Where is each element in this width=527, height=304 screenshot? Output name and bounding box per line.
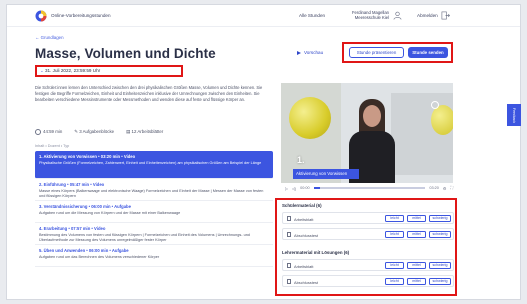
phase-title: 1. Aktivierung von Vorwissen • 03:20 min… [39,154,136,159]
material-name: Abschlusstest [294,279,319,285]
level-medium-button[interactable]: mittel [407,278,426,285]
document-icon [287,263,291,268]
presenter-face [363,105,381,127]
preview-button[interactable]: Vorschau [297,50,323,55]
lesson-meta: 44:59 min ✎ 3 Aufgabenblöcke ▤ 12 Arbeit… [35,129,163,135]
phase-item-2[interactable]: 2. Einführung • 05:47 min • Video Masse … [35,179,273,201]
material-row: Arbeitsblatt leicht mittel schwierig [282,259,454,271]
play-button-icon[interactable]: ▷ [285,186,288,191]
progress-fill [313,187,321,189]
phase-text: Masse eines Körpers (Balkenwaage und ele… [39,188,264,198]
send-lesson-button[interactable]: Stunde senden [408,47,448,58]
section-label: Inhalt • Dozent • Typ [35,144,70,148]
logout-icon[interactable] [441,11,450,20]
phase-text: Physikalische Größen (Formelzeichen, Zah… [39,160,262,165]
material-name: Arbeitsblatt [294,216,314,222]
play-icon [297,50,301,55]
teacher-material-heading: Lehrermaterial mit Lösungen (6) [282,250,350,255]
level-easy-button[interactable]: leicht [385,262,404,269]
level-easy-button[interactable]: leicht [385,231,404,238]
phase-title: 5. Üben und Anwenden • 06:00 min • Aufga… [39,248,129,253]
meta-worksheets: ▤ 12 Arbeitsblätter [126,129,163,135]
logout-link[interactable]: Abmelden [417,13,438,18]
lesson-description: Die Schüler:innen lernen den Unterschied… [35,85,263,103]
meta-tasks: ✎ 3 Aufgabenblöcke [74,129,114,135]
progress-bar[interactable] [313,187,426,189]
meta-duration-text: 44:59 min [43,129,63,135]
brand-name[interactable]: Online-Vorbereitungsstunden [51,13,111,18]
level-medium-button[interactable]: mittel [407,215,426,222]
phase-item-1[interactable]: 1. Aktivierung von Vorwissen • 03:20 min… [35,151,273,179]
phase-title: 4. Erarbeitung • 07:57 min • Video [39,226,106,231]
page-title: Masse, Volumen und Dichte [35,46,216,61]
balloon-image [289,97,331,139]
feedback-tab[interactable]: Feedback [507,104,521,126]
meta-tasks-text: 3 Aufgabenblöcke [79,129,115,134]
user-name-line2: Meeresschule Kiel [354,15,389,20]
present-lesson-button[interactable]: Stunde präsentieren [349,47,404,58]
video-logo-icon [431,101,439,109]
phase-text: Aufgaben rund um das Berechnen des Volum… [39,254,160,259]
student-material-heading: Schülermaterial (6) [282,203,322,208]
document-icon [287,216,291,221]
breadcrumb[interactable]: ← Grundlagen [35,35,64,40]
meta-worksheets-text: 12 Arbeitsblätter [131,129,164,134]
level-easy-button[interactable]: leicht [385,278,404,285]
material-row: Abschlusstest leicht mittel schwierig [282,228,454,240]
video-caption: Aktivierung von Vorwissen [293,169,359,179]
level-hard-button[interactable]: schwierig [429,231,451,238]
page: Online-Vorbereitungsstunden Alle Stunden… [6,4,521,300]
level-easy-button[interactable]: leicht [385,215,404,222]
level-hard-button[interactable]: schwierig [429,262,451,269]
phase-title: 3. Verständnissicherung • 06:00 min • Au… [39,204,131,209]
user-icon[interactable] [393,11,402,20]
video-number: 1. [297,155,305,165]
logo-icon[interactable] [35,10,47,22]
time-total: 03:20 [429,186,439,190]
chevron-down-icon[interactable]: ⌄ [40,68,44,74]
phase-title: 2. Einführung • 05:47 min • Video [39,182,105,187]
phase-item-4[interactable]: 4. Erarbeitung • 07:57 min • Video Besti… [35,223,273,245]
volume-icon[interactable]: ◁) [292,186,296,191]
material-name: Abschlusstest [294,232,319,238]
nav-all-lessons[interactable]: Alle Stunden [299,13,325,18]
video-controls: ▷ ◁) 00:00 03:20 ⚙ ⛶ [281,183,453,193]
settings-gear-icon[interactable]: ⚙ [443,186,446,191]
document-icon [287,232,291,237]
balloon-image-2 [431,105,453,135]
clock-icon [35,129,41,135]
material-name: Arbeitsblatt [294,263,314,269]
level-medium-button[interactable]: mittel [407,262,426,269]
time-current: 00:00 [300,186,310,190]
phase-text: Bestimmung des Volumens von festen und f… [39,232,250,242]
meta-duration: 44:59 min [35,129,62,135]
level-hard-button[interactable]: schwierig [429,278,451,285]
due-date[interactable]: 31. Juli 2022, 23:59:59 Uhr [45,68,100,73]
level-hard-button[interactable]: schwierig [429,215,451,222]
level-medium-button[interactable]: mittel [407,231,426,238]
material-row: Abschlusstest leicht mittel schwierig [282,275,454,287]
fullscreen-icon[interactable]: ⛶ [450,186,453,190]
document-icon [287,279,291,284]
top-bar: Online-Vorbereitungsstunden Alle Stunden… [7,5,520,27]
phase-item-5[interactable]: 5. Üben und Anwenden • 06:00 min • Aufga… [35,245,273,267]
material-row: Arbeitsblatt leicht mittel schwierig [282,212,454,224]
phase-list: 1. Aktivierung von Vorwissen • 03:20 min… [35,151,273,267]
phase-text: Aufgaben rund um die Messung von Körpern… [39,210,181,215]
phase-item-3[interactable]: 3. Verständnissicherung • 06:00 min • Au… [35,201,273,223]
user-name[interactable]: Ferdinand Magellan Meeresschule Kiel [345,10,389,20]
video-player[interactable]: 1. Aktivierung von Vorwissen [281,83,453,183]
preview-label: Vorschau [304,50,324,55]
